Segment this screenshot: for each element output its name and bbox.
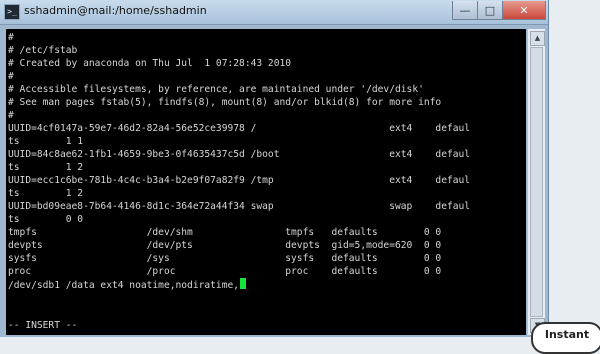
close-icon: ✕ (519, 3, 529, 17)
close-button[interactable]: ✕ (502, 1, 546, 20)
terminal-line: ts 1 2 (8, 188, 84, 199)
minimize-button[interactable]: — (452, 1, 478, 20)
current-input-text: /dev/sdb1 /data ext4 noatime,nodiratime, (8, 280, 240, 291)
terminal-line: tmpfs /dev/shm tmpfs defaults 0 0 (8, 227, 442, 238)
terminal-line-current: /dev/sdb1 /data ext4 noatime,nodiratime, (8, 278, 247, 291)
terminal-line: # Created by anaconda on Thu Jul 1 07:28… (8, 58, 292, 69)
terminal-window: >_ sshadmin@mail:/home/sshadmin — □ ✕ # … (0, 0, 548, 337)
terminal-line: # /etc/fstab (8, 45, 78, 56)
terminal-line: UUID=4cf0147a-59e7-46d2-82a4-56e52ce3997… (8, 123, 471, 134)
terminal-line: ts 1 1 (8, 136, 84, 147)
terminal-line: # (8, 110, 14, 121)
minimize-icon: — (459, 3, 471, 17)
vim-mode-indicator: -- INSERT -- (8, 320, 78, 331)
maximize-button[interactable]: □ (477, 1, 503, 20)
terminal-line: devpts /dev/pts devpts gid=5,mode=620 0 … (8, 240, 442, 251)
terminal-line: sysfs /sys sysfs defaults 0 0 (8, 253, 442, 264)
vertical-scrollbar[interactable]: ▲ ▼ (527, 29, 545, 335)
scroll-thumb[interactable] (530, 47, 543, 317)
terminal-icon[interactable]: >_ (4, 4, 20, 20)
arrow-up-icon[interactable]: ▲ (530, 31, 545, 46)
title-bar[interactable]: >_ sshadmin@mail:/home/sshadmin — □ ✕ (0, 0, 548, 25)
terminal-line: UUID=bd09eae8-7b64-4146-8d1c-364e72a44f3… (8, 201, 471, 212)
terminal-line: # (8, 32, 14, 43)
terminal-line: ts 0 0 (8, 214, 84, 225)
terminal-line: UUID=ecc1c6be-781b-4c4c-b3a4-b2e9f07a82f… (8, 175, 471, 186)
window-title: sshadmin@mail:/home/sshadmin (24, 4, 207, 17)
terminal-line: ts 1 2 (8, 162, 84, 173)
terminal-line: UUID=84c8ae62-1fb1-4659-9be3-0f4635437c5… (8, 149, 471, 160)
terminal-line: proc /proc proc defaults 0 0 (8, 266, 442, 277)
maximize-icon: □ (484, 3, 496, 17)
terminal-line: # Accessible filesystems, by reference, … (8, 84, 424, 95)
terminal-line: # (8, 71, 14, 82)
terminal-line: # See man pages fstab(5), findfs(8), mou… (8, 97, 442, 108)
text-cursor (240, 278, 247, 289)
terminal-screen[interactable]: # # /etc/fstab # Created by anaconda on … (6, 29, 526, 335)
instant-badge: Instant (531, 322, 600, 354)
